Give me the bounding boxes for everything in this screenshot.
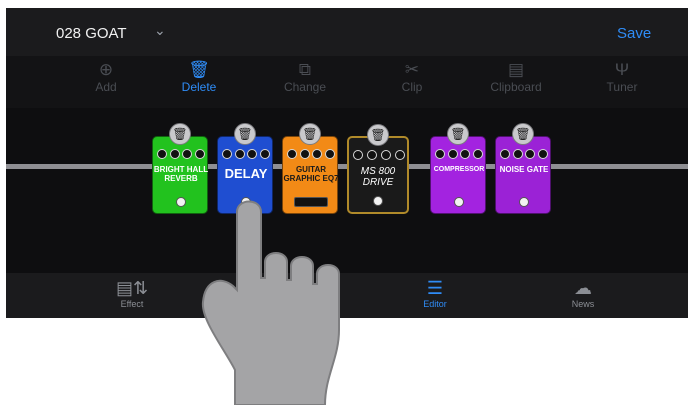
clipboard-label: Clipboard [490,80,542,94]
footswitch[interactable] [454,197,464,207]
pedal-noise-gate[interactable]: 🗑 NOISE GATE [495,123,551,214]
edit-toolbar: ⊕ Add 🗑 Delete ⧉ Change ✂ Clip ▤ Clipboa… [6,56,688,108]
pedal-knobs [287,149,335,161]
save-button[interactable]: Save [617,25,651,42]
delete-pedal-button[interactable]: 🗑 [367,124,389,146]
delete-button[interactable]: 🗑 Delete [159,60,239,94]
tuner-button[interactable]: Ψ Tuner [582,60,662,94]
tab-news[interactable]: ☁ News [548,277,618,309]
pedal-knobs [353,150,405,162]
effect-icon: ▤⇅ [115,278,149,298]
chevron-down-icon[interactable]: ⌄ [154,22,166,39]
pedal-knobs [500,149,548,161]
trash-icon: 🗑 [370,128,386,142]
preset-name[interactable]: 028 GOAT [56,25,127,42]
pointing-hand-icon [201,200,340,405]
tab-effect-label: Effect [120,299,144,309]
delete-label: Delete [181,80,217,94]
trash-icon: 🗑 [515,127,531,141]
cloud-download-icon: ☁ [574,278,592,298]
trash-icon: 🗑 [450,127,466,141]
clip-button[interactable]: ✂ Clip [372,60,452,94]
change-label: Change [283,80,327,94]
pedal-name: DELAY [224,166,268,181]
pedal-compressor[interactable]: 🗑 COMPRESSOR [430,123,486,214]
trash-icon: 🗑 [172,127,188,141]
tuning-fork-icon: Ψ [614,60,630,79]
tuner-label: Tuner [606,80,638,94]
clipboard-icon: ▤ [507,60,525,79]
add-button[interactable]: ⊕ Add [66,60,146,94]
pedal-knobs [222,149,270,161]
tab-news-label: News [571,299,595,309]
delete-pedal-button[interactable]: 🗑 [169,123,191,145]
add-label: Add [95,80,117,94]
clipboard-button[interactable]: ▤ Clipboard [476,60,556,94]
tab-editor-label: Editor [423,299,447,309]
top-bar: 028 GOAT ⌄ Save [6,8,688,56]
clip-label: Clip [401,80,423,94]
tab-effect[interactable]: ▤⇅ Effect [97,277,167,309]
delete-pedal-button[interactable]: 🗑 [299,123,321,145]
plus-circle-icon: ⊕ [98,60,114,79]
change-icon: ⧉ [298,60,312,79]
footswitch[interactable] [176,197,186,207]
delete-pedal-button[interactable]: 🗑 [234,123,256,145]
sliders-icon: ☰ [426,278,444,298]
pedal-name: NOISE GATE [499,165,549,174]
pedal-name: COMPRESSOR [433,166,485,173]
trash-icon: 🗑 [188,60,210,79]
delete-pedal-button[interactable]: 🗑 [512,123,534,145]
trash-icon: 🗑 [302,127,318,141]
footswitch[interactable] [519,197,529,207]
change-button[interactable]: ⧉ Change [265,60,345,94]
tab-editor[interactable]: ☰ Editor [400,277,470,309]
pedal-knobs [435,149,483,161]
scissors-icon: ✂ [404,60,420,79]
pedal-knobs [157,149,205,161]
trash-icon: 🗑 [237,127,253,141]
delete-pedal-button[interactable]: 🗑 [447,123,469,145]
